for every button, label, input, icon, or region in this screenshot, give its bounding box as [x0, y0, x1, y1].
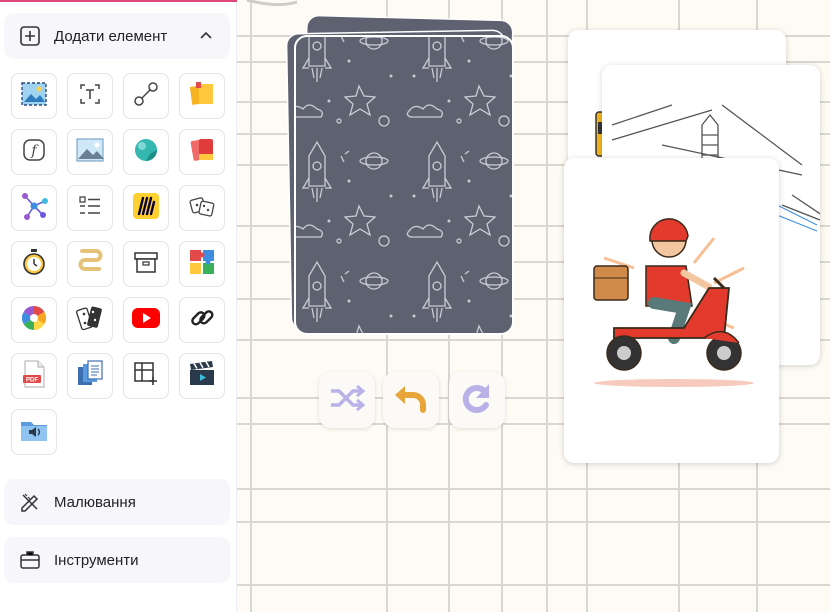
- tool-link[interactable]: [179, 297, 225, 343]
- svg-text:f: f: [30, 143, 39, 159]
- archive-box-icon: [132, 248, 160, 281]
- tool-color-wheel[interactable]: [11, 297, 57, 343]
- color-wheel-icon: [20, 304, 48, 337]
- dominoes-icon: [75, 303, 105, 338]
- tool-text[interactable]: [67, 73, 113, 119]
- tool-path[interactable]: [67, 241, 113, 287]
- shuffle-icon: [327, 383, 367, 418]
- tool-youtube[interactable]: [123, 297, 169, 343]
- dice-icon: [188, 192, 216, 225]
- tool-checklist[interactable]: [67, 185, 113, 231]
- audio-folder-icon: [19, 416, 49, 449]
- tool-sphere[interactable]: [123, 129, 169, 175]
- flip-button[interactable]: [449, 372, 505, 428]
- instruments-label: Інструменти: [54, 551, 139, 569]
- tool-archive[interactable]: [123, 241, 169, 287]
- timer-icon: [20, 247, 48, 282]
- svg-text:PDF: PDF: [26, 377, 38, 383]
- connector-line-icon: [132, 80, 160, 113]
- add-element-header[interactable]: Додати елемент: [4, 13, 230, 59]
- shuffle-button[interactable]: [319, 372, 375, 428]
- element-tools-panel: f PDF: [0, 60, 236, 464]
- plus-square-icon: [18, 24, 42, 48]
- tool-sticky-notes[interactable]: [179, 73, 225, 119]
- mind-map-icon: [19, 191, 49, 226]
- tool-puzzle[interactable]: [179, 241, 225, 287]
- link-icon: [188, 304, 216, 337]
- briefcase-icon: [18, 548, 42, 572]
- text-box-icon: [77, 81, 103, 112]
- image-frame-icon: [19, 80, 49, 113]
- instruments-section[interactable]: Інструменти: [4, 537, 230, 583]
- sphere-icon: [132, 136, 160, 169]
- youtube-icon: [131, 307, 161, 334]
- formula-icon: f: [21, 137, 47, 168]
- undo-button[interactable]: [383, 372, 439, 428]
- tool-documents[interactable]: [67, 353, 113, 399]
- puzzle-icon: [187, 247, 217, 282]
- card-scooter[interactable]: [564, 158, 779, 463]
- clapperboard-icon: [187, 360, 217, 393]
- tool-image-frame[interactable]: [11, 73, 57, 119]
- card-deck[interactable]: [279, 14, 539, 346]
- chevron-up-icon[interactable]: [196, 26, 216, 46]
- pdf-icon: PDF: [21, 359, 47, 394]
- tool-miro[interactable]: [123, 185, 169, 231]
- checklist-icon: [77, 193, 103, 224]
- documents-stack-icon: [75, 359, 105, 394]
- miro-logo-icon: [132, 192, 160, 225]
- tool-formula[interactable]: f: [11, 129, 57, 175]
- tool-add-table[interactable]: [123, 353, 169, 399]
- add-element-label: Додати елемент: [54, 27, 168, 45]
- path-icon: [76, 247, 104, 282]
- tool-dice[interactable]: [179, 185, 225, 231]
- tool-video[interactable]: [179, 353, 225, 399]
- board-canvas[interactable]: [237, 0, 830, 612]
- tool-audio-folder[interactable]: [11, 409, 57, 455]
- tool-dominoes[interactable]: [67, 297, 113, 343]
- tool-mind-map[interactable]: [11, 185, 57, 231]
- delivery-scooter-illustration: [584, 218, 764, 393]
- sticky-notes-icon: [187, 79, 217, 114]
- redo-rotate-icon: [459, 380, 495, 421]
- tool-timer[interactable]: [11, 241, 57, 287]
- left-sidebar: Додати елемент f PDF Малювання Інструмен…: [0, 0, 237, 612]
- red-cards-icon: [188, 135, 216, 170]
- top-accent-bar: [0, 0, 237, 2]
- tool-image[interactable]: [67, 129, 113, 175]
- table-add-icon: [132, 360, 160, 393]
- tool-cards[interactable]: [179, 129, 225, 175]
- tool-connector[interactable]: [123, 73, 169, 119]
- drawing-section[interactable]: Малювання: [4, 479, 230, 525]
- image-icon: [75, 137, 105, 168]
- undo-arrow-icon: [393, 380, 429, 421]
- tool-pdf[interactable]: PDF: [11, 353, 57, 399]
- pencil-ruler-icon: [18, 490, 42, 514]
- drawing-label: Малювання: [54, 493, 136, 511]
